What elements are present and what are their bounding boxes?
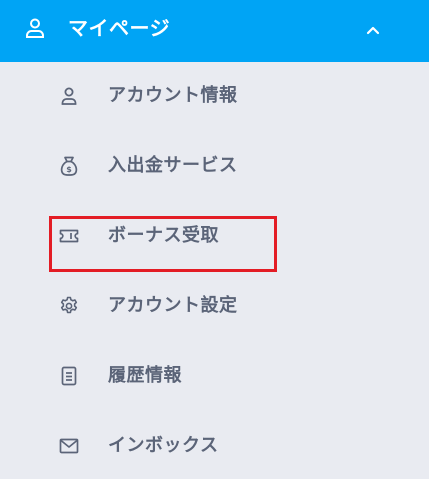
menu-item-inbox[interactable]: インボックス bbox=[0, 412, 429, 479]
header-title: マイページ bbox=[68, 16, 171, 40]
user-icon bbox=[26, 18, 44, 38]
menu-item-history[interactable]: 履歴情報 bbox=[0, 342, 429, 412]
menu-item-account-info[interactable]: アカウント情報 bbox=[0, 62, 429, 132]
gear-icon bbox=[60, 296, 78, 314]
money-bag-icon: $ bbox=[60, 156, 78, 176]
user-icon bbox=[61, 87, 77, 105]
svg-text:$: $ bbox=[66, 165, 72, 174]
my-page-menu: マイページ アカウント情報 $ 入出金サービス ボーナス受取 アカウント設定 履… bbox=[0, 0, 429, 479]
menu-item-label: 履歴情報 bbox=[108, 365, 182, 386]
menu-item-deposit-withdrawal[interactable]: $ 入出金サービス bbox=[0, 132, 429, 202]
mypage-header[interactable]: マイページ bbox=[0, 0, 429, 62]
menu-item-label: 入出金サービス bbox=[108, 155, 238, 176]
menu-item-account-settings[interactable]: アカウント設定 bbox=[0, 272, 429, 342]
menu-item-label: インボックス bbox=[108, 435, 219, 456]
document-icon bbox=[61, 366, 77, 386]
menu-item-label: アカウント情報 bbox=[108, 85, 238, 106]
mail-icon bbox=[59, 438, 79, 454]
chevron-up-icon[interactable] bbox=[364, 22, 382, 38]
menu-item-label: アカウント設定 bbox=[108, 295, 238, 316]
highlight-box bbox=[49, 216, 277, 272]
